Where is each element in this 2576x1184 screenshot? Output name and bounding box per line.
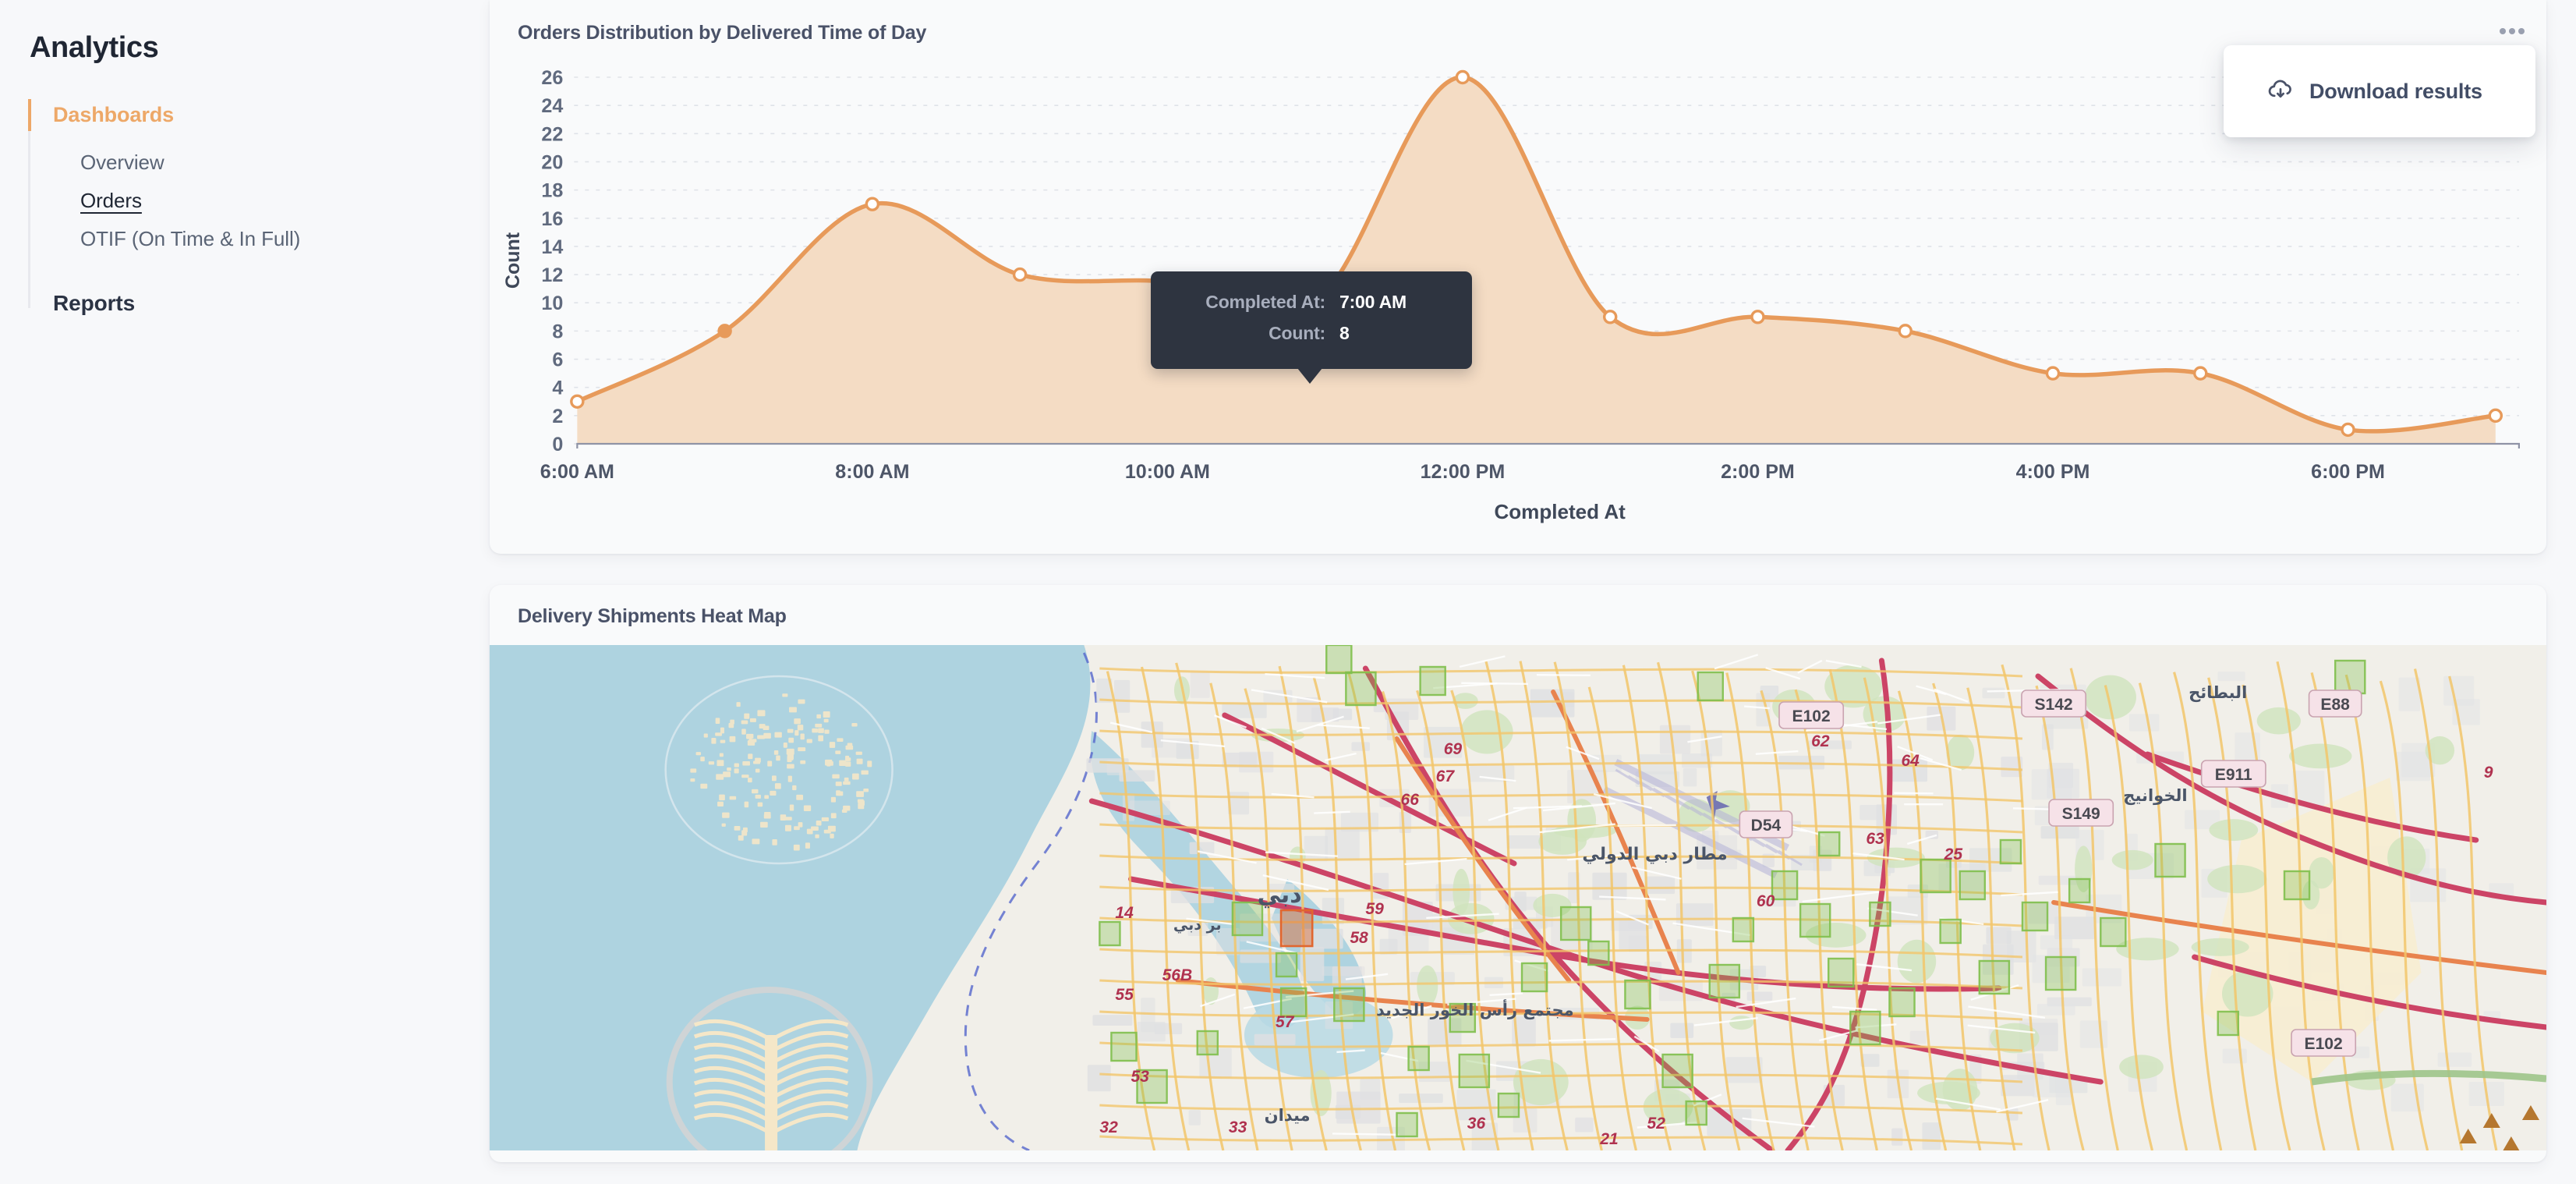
svg-text:6:00 PM: 6:00 PM: [2311, 461, 2385, 483]
svg-text:مجتمع رأس الخور الجديد: مجتمع رأس الخور الجديد: [1376, 998, 1574, 1019]
sidebar-item-orders[interactable]: Orders: [53, 182, 490, 220]
svg-text:32: 32: [1099, 1118, 1118, 1136]
svg-text:E102: E102: [2305, 1035, 2343, 1053]
svg-text:Completed At: Completed At: [1494, 500, 1626, 523]
svg-text:14: 14: [541, 236, 563, 258]
svg-text:36: 36: [1467, 1115, 1486, 1133]
svg-text:55: 55: [1115, 986, 1134, 1004]
svg-text:8:00 AM: 8:00 AM: [835, 461, 909, 483]
map-canvas[interactable]: 69 67 66 64 63 62 60 59 58 57 56B 55 53 52 36 33 32 25 21 1…: [490, 645, 2546, 1150]
svg-text:S142: S142: [2034, 696, 2072, 714]
svg-text:10:00 AM: 10:00 AM: [1125, 461, 1210, 483]
svg-text:4:00 PM: 4:00 PM: [2016, 461, 2090, 483]
tooltip-y-label: Count:: [1269, 323, 1325, 344]
sidebar-item-overview[interactable]: Overview: [53, 144, 490, 182]
sidebar: Analytics Dashboards Overview Orders OTI…: [0, 0, 490, 1184]
sidebar-item-reports[interactable]: Reports: [53, 291, 490, 316]
svg-text:مطار دبي الدولي: مطار دبي الدولي: [1582, 845, 1727, 864]
svg-text:E102: E102: [1792, 707, 1831, 725]
svg-text:10: 10: [541, 292, 563, 314]
svg-text:53: 53: [1131, 1068, 1149, 1086]
chart-tooltip: Completed At: 7:00 AM Count: 8: [1151, 271, 1472, 369]
svg-text:12:00 PM: 12:00 PM: [1421, 461, 1506, 483]
svg-text:S149: S149: [2062, 805, 2100, 823]
svg-text:D54: D54: [1751, 817, 1782, 835]
svg-text:58: 58: [1350, 929, 1368, 947]
svg-text:16: 16: [541, 208, 563, 230]
svg-text:0: 0: [552, 434, 563, 456]
svg-text:59: 59: [1365, 900, 1384, 918]
sidebar-group-dashboards: Dashboards Overview Orders OTIF (On Time…: [53, 99, 490, 258]
svg-text:4: 4: [552, 378, 563, 399]
download-results-button[interactable]: Download results: [2224, 45, 2535, 137]
delivery-heatmap-card: Delivery Shipments Heat Map 69 67 66 64 63 62…: [490, 585, 2546, 1162]
download-results-label: Download results: [2309, 80, 2482, 104]
svg-text:56B: 56B: [1162, 966, 1193, 984]
tooltip-row-x: Completed At: 7:00 AM: [1151, 292, 1425, 313]
svg-text:6:00 AM: 6:00 AM: [540, 461, 614, 483]
svg-text:18: 18: [541, 180, 563, 202]
svg-text:بر دبي: بر دبي: [1173, 916, 1222, 934]
svg-text:22: 22: [541, 123, 563, 145]
svg-text:ميدان: ميدان: [1265, 1105, 1311, 1125]
svg-text:6: 6: [552, 349, 563, 371]
tooltip-x-label: Completed At:: [1205, 292, 1325, 313]
page-title: Analytics: [28, 31, 490, 65]
svg-text:2: 2: [552, 406, 563, 427]
main-content: Orders Distribution by Delivered Time of…: [490, 0, 2576, 1184]
svg-text:8: 8: [552, 321, 563, 342]
svg-text:دبي: دبي: [1257, 881, 1301, 909]
tooltip-row-y: Count: 8: [1151, 323, 1425, 344]
sidebar-sublist: Overview Orders OTIF (On Time & In Full): [53, 144, 490, 258]
svg-text:64: 64: [1901, 752, 1920, 770]
svg-text:12: 12: [541, 264, 563, 286]
svg-text:63: 63: [1866, 830, 1884, 848]
sidebar-item-otif[interactable]: OTIF (On Time & In Full): [53, 220, 490, 258]
svg-text:52: 52: [1647, 1115, 1666, 1133]
svg-text:60: 60: [1757, 892, 1775, 910]
svg-text:الخوانيج: الخوانيج: [2123, 785, 2187, 805]
svg-text:Count: Count: [502, 232, 524, 289]
svg-text:66: 66: [1401, 791, 1420, 809]
dubai-heatmap[interactable]: 69 67 66 64 63 62 60 59 58 57 56B 55 53 52 36 33 32 25 21 1…: [490, 645, 2546, 1150]
map-title: Delivery Shipments Heat Map: [490, 585, 2546, 645]
svg-text:2:00 PM: 2:00 PM: [1721, 461, 1795, 483]
svg-text:24: 24: [541, 95, 563, 117]
svg-text:البطائح: البطائح: [2189, 682, 2247, 702]
svg-text:9: 9: [2484, 764, 2493, 782]
sidebar-group-dashboards-label[interactable]: Dashboards: [53, 99, 490, 131]
svg-text:62: 62: [1811, 732, 1830, 750]
svg-text:E911: E911: [2215, 766, 2252, 784]
tooltip-y-value: 8: [1339, 323, 1425, 344]
orders-distribution-card: Orders Distribution by Delivered Time of…: [490, 0, 2546, 554]
ellipsis-horizontal-icon[interactable]: [2496, 22, 2528, 41]
svg-text:33: 33: [1229, 1118, 1247, 1136]
analytics-dashboard: Analytics Dashboards Overview Orders OTI…: [0, 0, 2576, 1184]
tooltip-x-value: 7:00 AM: [1339, 292, 1425, 313]
svg-text:E88: E88: [2320, 696, 2350, 714]
svg-text:26: 26: [541, 67, 563, 89]
chart-title: Orders Distribution by Delivered Time of…: [490, 0, 2546, 44]
svg-text:57: 57: [1276, 1013, 1295, 1031]
cloud-download-icon: [2267, 76, 2294, 107]
svg-text:14: 14: [1115, 904, 1134, 922]
svg-text:20: 20: [541, 151, 563, 173]
tooltip-arrow: [1297, 368, 1322, 384]
svg-text:25: 25: [1944, 845, 1963, 863]
svg-text:67: 67: [1436, 767, 1456, 785]
sidebar-nav: Dashboards Overview Orders OTIF (On Time…: [28, 99, 490, 316]
svg-text:69: 69: [1444, 740, 1463, 758]
svg-text:21: 21: [1599, 1130, 1618, 1148]
